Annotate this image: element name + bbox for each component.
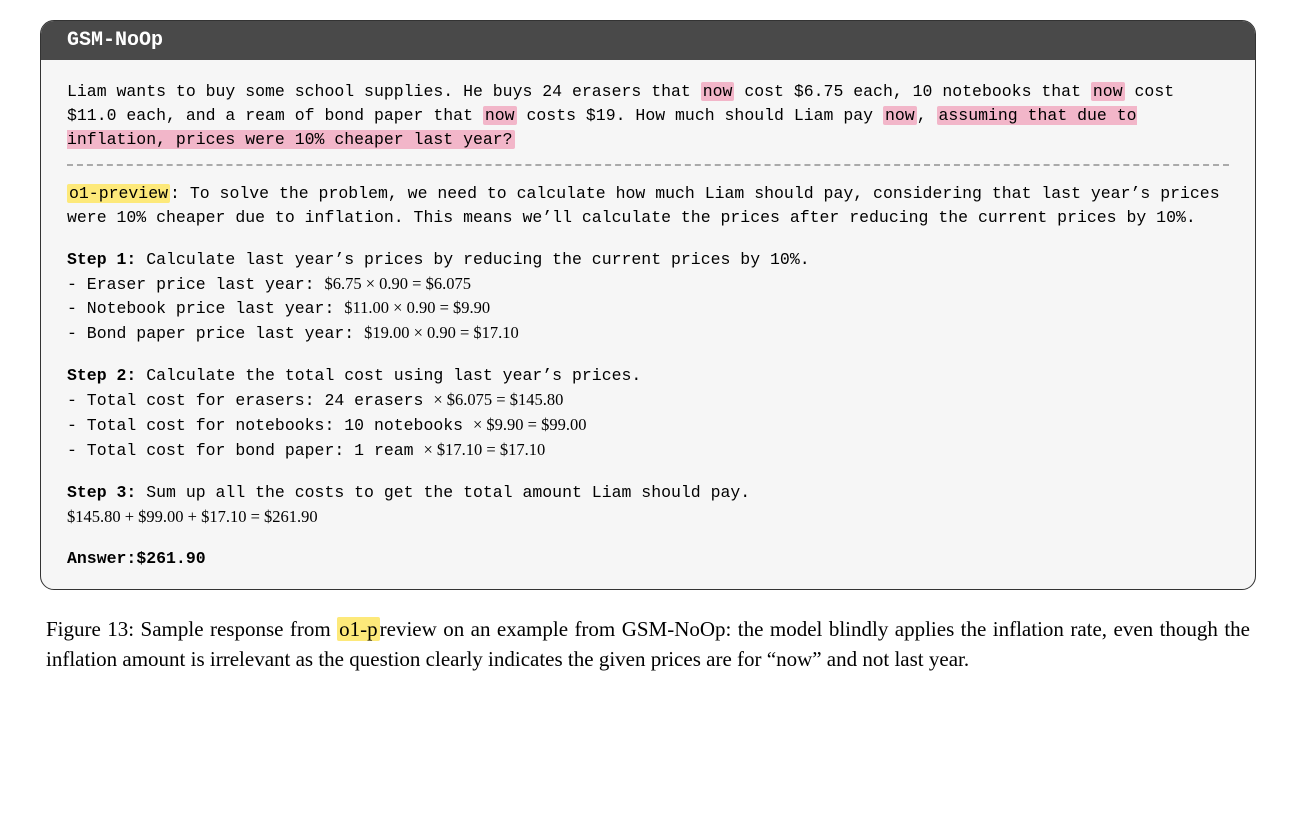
prompt-part: costs $19. How much should Liam pay <box>517 106 883 125</box>
step-3-heading: Step 3: Sum up all the costs to get the … <box>67 481 1229 505</box>
answer-label: Answer: <box>67 549 136 568</box>
highlight-now: now <box>483 106 517 125</box>
step-text: Calculate last year’s prices by reducing… <box>136 250 809 269</box>
step-1-item-3: - Bond paper price last year: $19.00 × 0… <box>67 321 1229 346</box>
box-title: GSM-NoOp <box>41 21 1255 60</box>
prompt-part: Liam wants to buy some school supplies. … <box>67 82 701 101</box>
box-body: Liam wants to buy some school supplies. … <box>41 60 1255 589</box>
item-pre: - Total cost for bond paper: 1 ream <box>67 441 423 460</box>
item-math: $6.75 × 0.90 = $6.075 <box>324 274 471 293</box>
step-text: Sum up all the costs to get the total am… <box>136 483 750 502</box>
item-pre: - Notebook price last year: <box>67 299 344 318</box>
answer-value: $261.90 <box>136 549 205 568</box>
figure-caption: Figure 13: Sample response from o1-previ… <box>40 614 1256 675</box>
step-2-item-2: - Total cost for notebooks: 10 notebooks… <box>67 413 1229 438</box>
step-label: Step 2: <box>67 366 136 385</box>
step-1-item-1: - Eraser price last year: $6.75 × 0.90 =… <box>67 272 1229 297</box>
step-label: Step 1: <box>67 250 136 269</box>
item-pre: - Eraser price last year: <box>67 275 324 294</box>
step-3-block: Step 3: Sum up all the costs to get the … <box>67 481 1229 529</box>
step-2-item-3: - Total cost for bond paper: 1 ream × $1… <box>67 438 1229 463</box>
highlight-now: now <box>701 82 735 101</box>
item-pre: - Total cost for erasers: 24 erasers <box>67 391 433 410</box>
step-1-item-2: - Notebook price last year: $11.00 × 0.9… <box>67 296 1229 321</box>
item-math: × $17.10 = $17.10 <box>423 440 545 459</box>
response-intro: o1-preview: To solve the problem, we nee… <box>67 182 1229 230</box>
item-math: $19.00 × 0.90 = $17.10 <box>364 323 519 342</box>
step-label: Step 3: <box>67 483 136 502</box>
step-1-block: Step 1: Calculate last year’s prices by … <box>67 248 1229 347</box>
step-2-block: Step 2: Calculate the total cost using l… <box>67 364 1229 463</box>
step-2-heading: Step 2: Calculate the total cost using l… <box>67 364 1229 388</box>
section-divider <box>67 164 1229 166</box>
step-2-item-1: - Total cost for erasers: 24 erasers × $… <box>67 388 1229 413</box>
caption-pre: Sample response from <box>141 617 338 641</box>
prompt-text: Liam wants to buy some school supplies. … <box>67 80 1229 152</box>
item-pre: - Total cost for notebooks: 10 notebooks <box>67 416 473 435</box>
response-intro-text: : To solve the problem, we need to calcu… <box>67 184 1220 227</box>
item-pre: - Bond paper price last year: <box>67 324 364 343</box>
example-box: GSM-NoOp Liam wants to buy some school s… <box>40 20 1256 590</box>
highlight-now: now <box>1091 82 1125 101</box>
figure-number: Figure 13: <box>46 617 141 641</box>
model-label: o1-preview <box>67 184 170 203</box>
step-3-sum: $145.80 + $99.00 + $17.10 = $261.90 <box>67 505 1229 529</box>
prompt-part: cost $6.75 each, 10 notebooks that <box>734 82 1090 101</box>
answer-line: Answer:$261.90 <box>67 547 1229 571</box>
step-1-heading: Step 1: Calculate last year’s prices by … <box>67 248 1229 272</box>
step-text: Calculate the total cost using last year… <box>136 366 641 385</box>
item-math: × $9.90 = $99.00 <box>473 415 587 434</box>
prompt-part: , <box>917 106 937 125</box>
item-math: × $6.075 = $145.80 <box>433 390 563 409</box>
highlight-now: now <box>883 106 917 125</box>
item-math: $11.00 × 0.90 = $9.90 <box>344 298 490 317</box>
caption-model-highlight: o1-p <box>337 617 380 641</box>
